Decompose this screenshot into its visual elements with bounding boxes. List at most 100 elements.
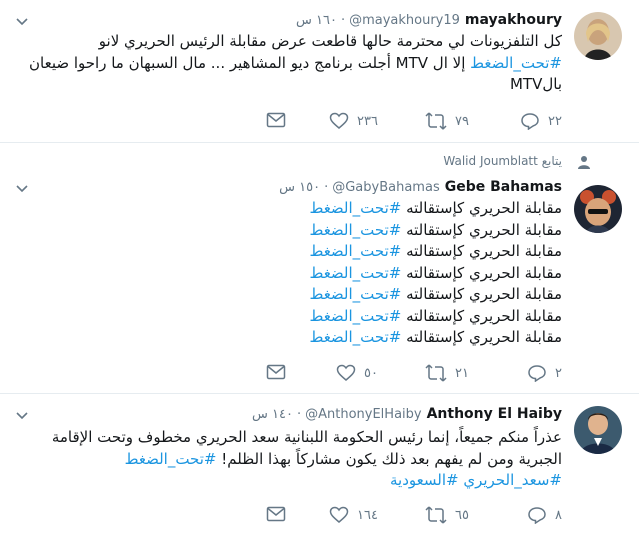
tweet-text-segment: مقابلة الحريري كإستقالته [401,328,562,346]
reply-count: ٢ [555,365,562,381]
tweet-text: عذراً منكم جميعاً، إنما رئيس الحكومة الل… [30,427,562,492]
tweet-text-line: مقابلة الحريري كإستقالته #تحت_الضغط [30,284,562,306]
tweet-text-segment: مقابلة الحريري كإستقالته [401,220,562,239]
tweet-actions: ٨ ٦٥ ١٦٤ [0,506,562,528]
like-count: ١٦٤ [357,507,378,523]
tweet-text-line: مقابلة الحريري كإستقالته #تحت_الضغط [30,241,562,263]
username[interactable]: @GabyBahamas [332,180,439,195]
tweet-actions: ٢ ٢١ ٥٠ [0,364,562,386]
hashtag-link[interactable]: #تحت_الضغط [309,307,401,325]
avatar[interactable] [574,406,622,454]
separator-dot: · [340,12,346,28]
tweet-text-line: مقابلة الحريري كإستقالته #تحت_الضغط [30,198,562,220]
dm-icon [266,506,286,522]
tweet-text: كل التلفزيونات لي محترمة حالها قاطعت عرض… [29,31,562,96]
avatar[interactable] [574,12,622,60]
separator-dot: · [324,179,329,195]
tweet-text-line: مقابلة الحريري كإستقالته #تحت_الضغط [30,263,562,285]
tweet-text-segment: بالMTV [509,75,562,93]
hashtag-link[interactable]: #تحت_الضغط [309,328,401,346]
reply-count: ٨ [555,507,562,523]
reply-button[interactable]: ٨ [527,506,562,524]
reply-icon [528,365,546,382]
tweet-text-segment: مقابلة الحريري كإستقالته [401,242,562,260]
hashtag-link[interactable]: #تحت_الضغط [125,450,217,468]
chevron-down-icon[interactable] [14,407,30,423]
reply-icon [528,507,546,524]
social-context-text: Walid Joumblatt يتابع [443,154,562,168]
tweet-text-line: عذراً منكم جميعاً، إنما رئيس الحكومة الل… [30,427,562,449]
timestamp[interactable]: ١٤٠ س [252,407,293,422]
tweet-text-segment: مقابلة الحريري كإستقالته [401,285,562,303]
retweet-button[interactable]: ٧٩ [425,112,469,130]
timestamp[interactable]: ١٦٠ س [296,13,337,28]
tweet-text-segment: مقابلة الحريري كإستقالته [401,306,562,325]
hashtag-link[interactable]: #تحت_الضغط [309,221,401,239]
tweet-header: Anthony El Haiby @AnthonyElHaiby · ١٤٠ س [252,404,562,424]
retweet-button[interactable]: ٦٥ [425,506,469,524]
dm-button[interactable] [266,364,286,380]
timestamp[interactable]: ١٥٠ س [279,180,320,195]
like-count: ٢٣٦ [357,113,378,129]
tweet-text: مقابلة الحريري كإستقالته #تحت_الضغط مقابل… [30,198,562,349]
tweet-text-line: مقابلة الحريري كإستقالته #تحت_الضغط [30,306,562,328]
hashtag-link[interactable]: #تحت_الضغط [309,285,401,303]
avatar[interactable] [574,185,622,233]
retweet-count: ٢١ [455,365,469,381]
like-icon [329,506,349,523]
like-icon [336,364,356,381]
username[interactable]: @AnthonyElHaiby [305,407,421,422]
tweet-text-segment: إلا ال MTV أجلت برنامج ديو المشاهير ... … [29,53,471,72]
tweet-text-line: مقابلة الحريري كإستقالته #تحت_الضغط [30,220,562,242]
tweet-text-segment: كل التلفزيونات لي محترمة حالها قاطعت عرض… [98,32,562,50]
tweet-text-segment: الجبرية ومن لم يفهم بعد ذلك يكون مشاركاً… [216,449,562,468]
reply-count: ٢٢ [548,113,562,129]
dm-icon [266,364,286,380]
tweet-text-line: #سعد_الحريري #السعودية [30,470,562,492]
follow-context-icon [578,156,590,169]
tweet-text-segment: مقابلة الحريري كإستقالته [401,263,562,282]
tweet-text-line: بالMTV [30,74,562,96]
like-button[interactable]: ١٦٤ [329,506,378,524]
hashtag-link[interactable]: #تحت_الضغط [309,242,401,260]
tweet-text-segment: عذراً منكم جميعاً، إنما رئيس الحكومة الل… [51,428,562,446]
hashtag-link[interactable]: #تحت_الضغط [309,264,401,282]
retweet-icon [425,506,447,524]
tweet[interactable]: mayakhoury @mayakhoury19 · ١٦٠ س كل التل… [0,0,639,143]
tweet[interactable]: Anthony El Haiby @AnthonyElHaiby · ١٤٠ س… [0,394,639,537]
social-context[interactable]: Walid Joumblatt يتابع [443,153,562,169]
chevron-down-icon[interactable] [14,13,30,29]
display-name[interactable]: Anthony El Haiby [427,406,562,422]
tweet-text-line: كل التلفزيونات لي محترمة حالها قاطعت عرض… [30,31,562,53]
retweet-count: ٧٩ [455,113,469,129]
tweet-header: mayakhoury @mayakhoury19 · ١٦٠ س [296,10,562,30]
chevron-down-icon[interactable] [14,180,30,196]
tweet-text-line: الجبرية ومن لم يفهم بعد ذلك يكون مشاركاً… [30,449,562,471]
retweet-icon [425,112,447,130]
display-name[interactable]: mayakhoury [465,12,562,28]
hashtag-link[interactable]: #تحت_الضغط [309,199,401,217]
separator-dot: · [296,406,302,422]
like-count: ٥٠ [364,365,378,381]
like-button[interactable]: ٥٠ [336,364,378,382]
reply-icon [521,113,539,130]
display-name[interactable]: Gebe Bahamas [445,179,562,195]
reply-button[interactable]: ٢ [527,364,562,382]
dm-button[interactable] [266,112,286,128]
hashtag-link[interactable]: #تحت_الضغط [470,54,562,72]
tweet-header: Gebe Bahamas @GabyBahamas · ١٥٠ س [279,177,562,197]
username[interactable]: @mayakhoury19 [349,13,460,28]
hashtag-link[interactable]: #سعد_الحريري #السعودية [390,471,562,489]
reply-button[interactable]: ٢٢ [520,112,562,130]
retweet-icon [425,364,447,382]
like-icon [329,112,349,129]
tweet-actions: ٢٢ ٧٩ ٢٣٦ [0,112,562,134]
dm-button[interactable] [266,506,286,522]
like-button[interactable]: ٢٣٦ [329,112,378,130]
retweet-button[interactable]: ٢١ [425,364,469,382]
dm-icon [266,112,286,128]
tweet[interactable]: Walid Joumblatt يتابع Gebe Bahamas @Gaby… [0,143,639,394]
tweet-text-line: #تحت_الضغط إلا ال MTV أجلت برنامج ديو ال… [29,53,562,75]
retweet-count: ٦٥ [455,507,469,523]
tweet-text-line: مقابلة الحريري كإستقالته #تحت_الضغط [30,327,562,349]
